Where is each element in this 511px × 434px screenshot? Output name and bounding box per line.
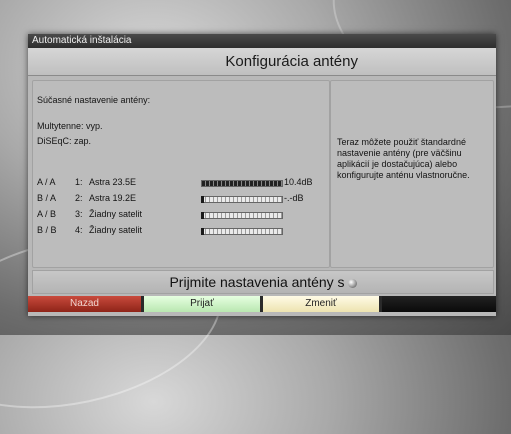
antenna-settings-panel: Súčasné nastavenie antény: Multytenne: v… xyxy=(32,80,330,268)
color-button-bar: Nazad Prijať Zmeniť xyxy=(28,296,496,312)
satellite-name: Žiadny satelit xyxy=(89,225,143,235)
diseqc-status: DiSEqC: zap. xyxy=(37,136,92,146)
signal-bar xyxy=(201,228,283,235)
satellite-name: Astra 23.5E xyxy=(89,177,137,187)
signal-marker xyxy=(201,212,204,219)
satellite-index: 2: xyxy=(75,193,83,203)
current-settings-header: Súčasné nastavenie antény: xyxy=(37,95,151,105)
accept-prompt: Prijmite nastavenia antény s xyxy=(32,270,494,294)
signal-bar xyxy=(201,180,283,187)
back-button[interactable]: Nazad xyxy=(28,296,141,312)
satellite-name: Astra 19.2E xyxy=(89,193,137,203)
accept-button[interactable]: Prijať xyxy=(144,296,260,312)
change-button[interactable]: Zmeniť xyxy=(263,296,379,312)
satellite-name: Žiadny satelit xyxy=(89,209,143,219)
ok-button-icon xyxy=(347,278,357,288)
multytenne-status: Multytenne: vyp. xyxy=(37,121,103,131)
signal-value: -.-dB xyxy=(284,193,304,203)
signal-marker xyxy=(201,196,204,203)
satellite-port: A / B xyxy=(37,209,57,219)
signal-bar xyxy=(201,212,283,219)
satellite-index: 4: xyxy=(75,225,83,235)
satellite-port: A / A xyxy=(37,177,56,187)
signal-bar xyxy=(201,196,283,203)
installation-window: Automatická inštalácia Konfigurácia anté… xyxy=(28,34,496,316)
info-text: Teraz môžete použiť štandardné nastaveni… xyxy=(337,137,470,180)
accept-prompt-text: Prijmite nastavenia antény s xyxy=(169,274,345,290)
page-title: Konfigurácia antény xyxy=(28,48,496,76)
signal-fill xyxy=(202,181,282,186)
signal-value: 10.4dB xyxy=(284,177,313,187)
window-title: Automatická inštalácia xyxy=(28,34,496,48)
blue-button[interactable] xyxy=(382,296,496,312)
satellite-index: 1: xyxy=(75,177,83,187)
satellite-port: B / B xyxy=(37,225,57,235)
satellite-port: B / A xyxy=(37,193,57,203)
satellite-index: 3: xyxy=(75,209,83,219)
signal-marker xyxy=(201,228,204,235)
info-panel: Teraz môžete použiť štandardné nastaveni… xyxy=(330,80,494,268)
